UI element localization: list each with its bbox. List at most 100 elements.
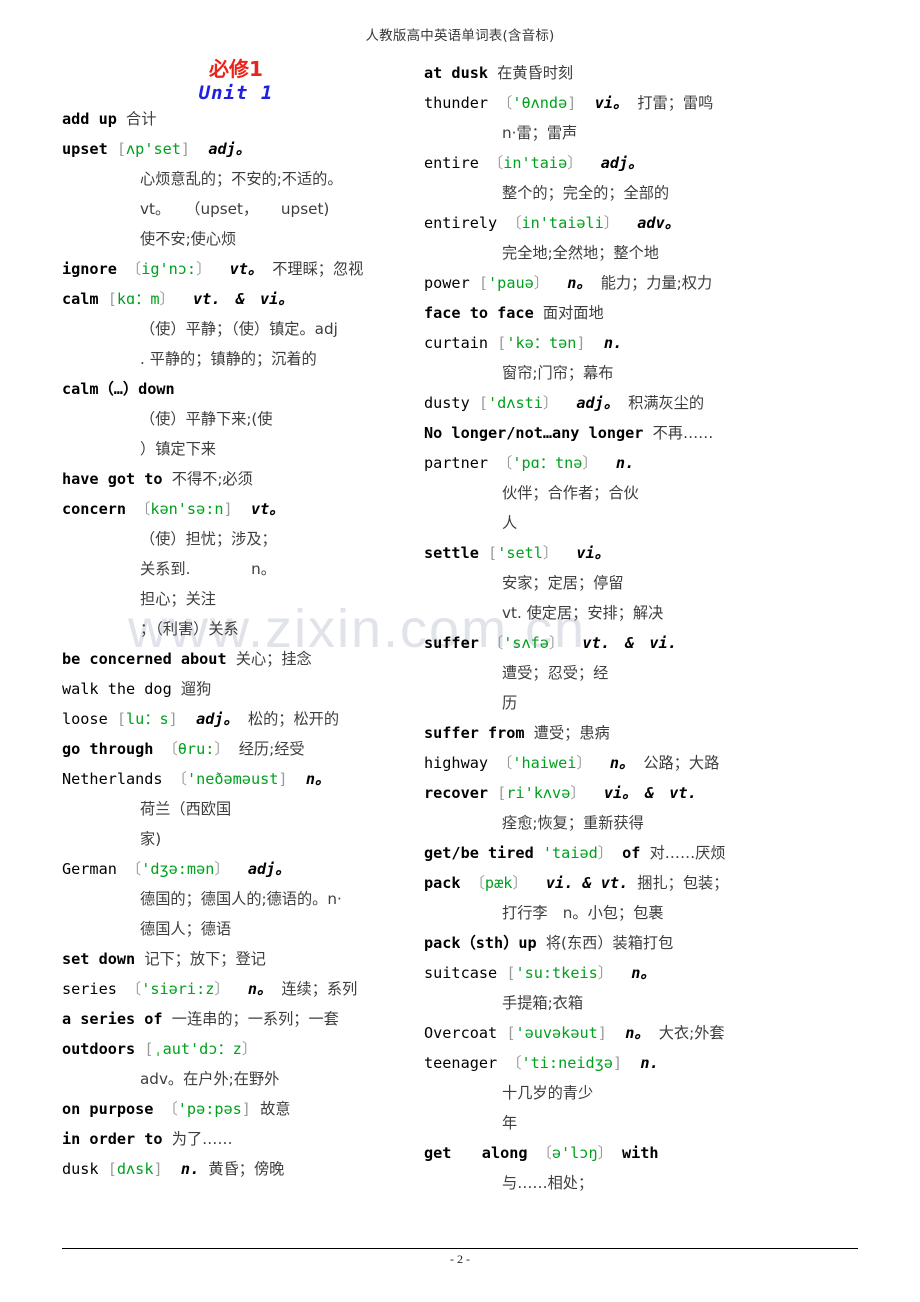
entry-definition-line: 年 [502,1114,518,1132]
entry-word-suffix: of [622,844,641,862]
entry-word: entire [424,154,479,172]
entry-definition: 不理睬；忽视 [272,260,364,278]
entry-word: upset [62,140,108,158]
entry-phonetic: 〔'neðəməust] [171,770,288,788]
dictionary-entry: settle ['setl〕 vi。 安家；定居；停留 vt. 使定居；安排；解决 [424,538,870,628]
entry-definition: 将(东西）装箱打包 [545,934,674,952]
entry-phonetic: 〔'siəri:z〕 [126,980,230,998]
dictionary-entry: a series of 一连串的；一系列；一套 [62,1004,410,1034]
entry-headline: teenager 〔'ti:neidʒə] n. [424,1048,870,1078]
dictionary-entry: be concerned about 关心；挂念 [62,644,410,674]
entry-word: thunder [424,94,489,112]
entry-part-of-speech: vt. & vi. [582,634,677,652]
entry-part-of-speech: adj。 [247,860,291,878]
entry-definition-line: adv。在户外;在野外 [140,1070,280,1088]
entry-phonetic: 〔ig'nɔ:〕 [126,260,212,278]
entry-part-of-speech: vt。 [229,260,264,278]
entry-word: calm [62,290,99,308]
dictionary-entry: face to face 面对面地 [424,298,870,328]
dictionary-entry: walk the dog 遛狗 [62,674,410,704]
entry-headline: suffer from 遭受；患病 [424,718,870,748]
entry-definition: 打雷；雷鸣 [637,94,714,112]
entry-headline: get along 〔ə'lɔŋ〕 with [424,1138,870,1168]
entry-part-of-speech: vt。 [250,500,285,518]
entry-word: pack [424,874,461,892]
entry-headline: curtain ['kə：tən] n. [424,328,870,358]
entry-word: on purpose [62,1100,154,1118]
entry-headline: loose [lu：s] adj。 松的；松开的 [62,704,410,734]
entry-definition: 面对面地 [542,304,604,322]
left-entry-list: add up 合计 upset [ʌp'set] adj。 心烦意乱的；不安的;不适… [62,104,410,1184]
entry-definition: 关心；挂念 [235,650,312,668]
entry-definition-line: 使不安;使心烦 [140,230,237,248]
dictionary-entry: partner 〔'pɑ：tnə〕 n. 伙伴；合作者；合伙人 [424,448,870,538]
entry-part-of-speech: vi. & vt. [545,874,629,892]
entry-definition-line: 德国人；德语 [140,920,232,938]
entry-definition: 大衣;外套 [658,1024,725,1042]
entry-definition-line: 手提箱;衣箱 [502,994,584,1012]
entry-part-of-speech: n。 [305,770,331,788]
entry-definition-line: 人 [502,514,518,532]
entry-headline: on purpose 〔'pə:pəs] 故意 [62,1094,410,1124]
entry-definition-line: （使）平静下来;(使 [140,410,273,428]
entry-definition-line: （使）担忧；涉及； [140,530,277,548]
entry-headline: go through 〔θru:〕 经历;经受 [62,734,410,764]
dictionary-entry: go through 〔θru:〕 经历;经受 [62,734,410,764]
entry-definition-line: 整个的；完全的；全部的 [502,184,670,202]
entry-headline: pack（sth）up 将(东西）装箱打包 [424,928,870,958]
entry-word: power [424,274,470,292]
entry-phonetic: [kɑ：m〕 [107,290,175,308]
entry-definition-line: ）镇定下来 [140,440,216,458]
dictionary-entry: German 〔'dʒə:mən〕 adj。 德国的；德国人的;德语的。n· 德国人… [62,854,410,944]
dictionary-entry: get/be tired 'taiəd〕 of 对……厌烦 [424,838,870,868]
entry-definition-line: . 平静的；镇静的；沉着的 [140,350,317,368]
entry-headline: at dusk 在黄昏时刻 [424,58,870,88]
entry-headline: dusk [dʌsk] n. 黄昏；傍晚 [62,1154,410,1184]
entry-definition-line: 关系到. n。 [140,560,276,578]
entry-word: set down [62,950,136,968]
entry-definition-line: 完全地;全然地；整个地 [502,244,659,262]
right-column: at dusk 在黄昏时刻 thunder 〔'θʌndə] vi。 打雷；雷鸣 n… [410,58,870,1198]
entry-word-suffix: with [621,1144,659,1162]
entry-definition-line: 遭受；忍受；经 [502,664,609,682]
entry-headline: concern 〔kən'sə:n] vt。 [62,494,410,524]
entry-part-of-speech: n。 [609,754,635,772]
dictionary-entry: have got to 不得不;必须 [62,464,410,494]
entry-word: recover [424,784,489,802]
entry-word: face to face [424,304,534,322]
entry-word: No longer/not…any longer [424,424,644,442]
entry-word: calm（…）down [62,380,175,398]
entry-definition: 合计 [126,110,157,128]
dictionary-entry: get along 〔ə'lɔŋ〕 with 与……相处； [424,1138,870,1198]
entry-phonetic: ['setl〕 [488,544,559,562]
dictionary-entry: calm [kɑ：m〕 vt. & vi。 （使）平静；（使）镇定。adj . 平静… [62,284,410,374]
dictionary-entry: dusty ['dʌsti〕 adj。 积满灰尘的 [424,388,870,418]
entry-phonetic: 〔'θʌndə] [497,94,577,112]
entry-part-of-speech: vi。 [576,544,610,562]
entry-definition-line: n·雷；雷声 [502,124,578,142]
entry-word: teenager [424,1054,498,1072]
dictionary-entry: set down 记下；放下；登记 [62,944,410,974]
entry-word: at dusk [424,64,489,82]
entry-definition-line: 伙伴；合作者；合伙 [502,484,639,502]
entry-headline: be concerned about 关心；挂念 [62,644,410,674]
dictionary-entry: suitcase ['su:tkeis〕 n。 手提箱;衣箱 [424,958,870,1018]
entry-headline: settle ['setl〕 vi。 [424,538,870,568]
entry-definition-line: 十几岁的青少 [502,1084,594,1102]
entry-headline: German 〔'dʒə:mən〕 adj。 [62,854,410,884]
entry-word: suitcase [424,964,498,982]
entry-definition-line: 历 [502,694,518,712]
entry-word: walk the dog [62,680,172,698]
entry-definition: 不再…… [652,424,714,442]
dictionary-entry: thunder 〔'θʌndə] vi。 打雷；雷鸣 n·雷；雷声 [424,88,870,148]
entry-definition-line: vt. 使定居；安排；解决 [502,604,664,622]
entry-word: dusty [424,394,470,412]
entry-phonetic: ['su:tkeis〕 [506,964,613,982]
entry-word: concern [62,500,127,518]
unit-title: Unit 1 [198,81,274,104]
entry-definition-line: 与……相处； [502,1174,594,1192]
entry-definition-line: 打行李 n。小包；包裹 [502,904,664,922]
entry-phonetic: 〔'sʌfə〕 [488,634,565,652]
entry-headline: a series of 一连串的；一系列；一套 [62,1004,410,1034]
entry-part-of-speech: adj。 [576,394,620,412]
